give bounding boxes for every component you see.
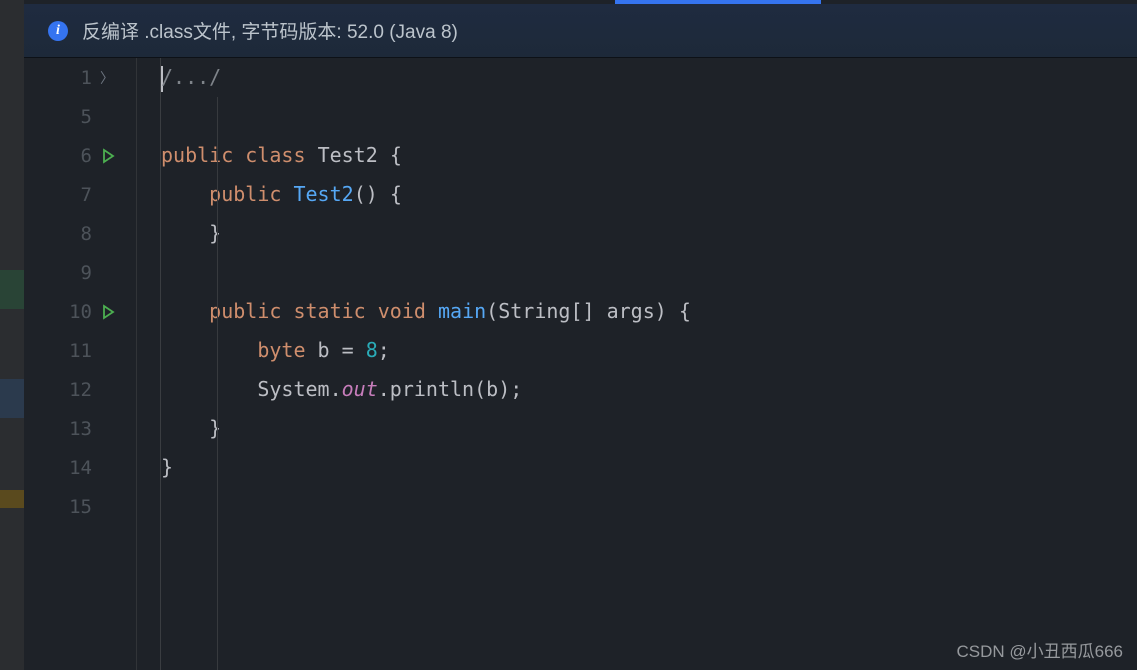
- vcs-marker-warning: [0, 490, 24, 508]
- run-icon[interactable]: [100, 148, 116, 164]
- equals: =: [342, 338, 354, 362]
- system-class: System: [257, 377, 329, 401]
- method-println: println: [390, 377, 474, 401]
- dot: .: [378, 377, 390, 401]
- line-number[interactable]: 10: [24, 301, 96, 323]
- vcs-marker-added: [0, 270, 24, 309]
- line-number[interactable]: 6: [24, 145, 96, 167]
- keyword-class: class: [245, 143, 305, 167]
- paren-close: ): [655, 299, 667, 323]
- line-number[interactable]: 5: [24, 106, 96, 128]
- line-number[interactable]: 15: [24, 496, 96, 518]
- param-name: args: [607, 299, 655, 323]
- line-number[interactable]: 9: [24, 262, 96, 284]
- gutter[interactable]: 1〉 5 6 7 8 9 10 11 12 13 14 15: [24, 58, 137, 670]
- keyword-static: static: [293, 299, 365, 323]
- keyword-public: public: [209, 299, 281, 323]
- code-content[interactable]: /.../ public class Test2 { public Test2(…: [161, 58, 1137, 670]
- line-number[interactable]: 11: [24, 340, 96, 362]
- info-icon: i: [48, 21, 68, 41]
- param-type: String[]: [498, 299, 594, 323]
- notification-text: 反编译 .class文件, 字节码版本: 52.0 (Java 8): [82, 17, 458, 44]
- gutter-annotations: [137, 58, 161, 670]
- semicolon: ;: [510, 377, 522, 401]
- keyword-byte: byte: [257, 338, 305, 362]
- arg-b: b: [486, 377, 498, 401]
- paren-open: (: [474, 377, 486, 401]
- code-editor[interactable]: 1〉 5 6 7 8 9 10 11 12 13 14 15 /.../ pub…: [24, 58, 1137, 670]
- line-number[interactable]: 7: [24, 184, 96, 206]
- number-literal: 8: [366, 338, 378, 362]
- constructor-name: Test2: [293, 182, 353, 206]
- brace-close: }: [209, 221, 221, 245]
- brace-open: {: [679, 299, 691, 323]
- line-number[interactable]: 12: [24, 379, 96, 401]
- indent-guide: [217, 97, 218, 670]
- line-number[interactable]: 14: [24, 457, 96, 479]
- watermark-text: CSDN @小丑西瓜666: [956, 637, 1123, 662]
- field-out: out: [342, 377, 378, 401]
- method-main: main: [438, 299, 486, 323]
- line-number[interactable]: 1: [24, 67, 96, 89]
- brace-open: {: [390, 143, 402, 167]
- line-number[interactable]: 13: [24, 418, 96, 440]
- paren-open: (: [486, 299, 498, 323]
- keyword-public: public: [161, 143, 233, 167]
- brace-close: }: [161, 455, 173, 479]
- class-name: Test2: [318, 143, 378, 167]
- var-name: b: [318, 338, 330, 362]
- parens: (): [354, 182, 378, 206]
- line-number[interactable]: 8: [24, 223, 96, 245]
- dot: .: [330, 377, 342, 401]
- fold-icon[interactable]: 〉: [100, 68, 114, 88]
- paren-close: ): [498, 377, 510, 401]
- keyword-public: public: [209, 182, 281, 206]
- vcs-marker-modified: [0, 379, 24, 418]
- folded-region[interactable]: /.../: [161, 65, 221, 89]
- keyword-void: void: [378, 299, 426, 323]
- brace-open: {: [390, 182, 402, 206]
- run-icon[interactable]: [100, 304, 116, 320]
- left-tool-strip: [0, 0, 24, 670]
- semicolon: ;: [378, 338, 390, 362]
- brace-close: }: [209, 416, 221, 440]
- notification-bar: i 反编译 .class文件, 字节码版本: 52.0 (Java 8): [24, 4, 1137, 58]
